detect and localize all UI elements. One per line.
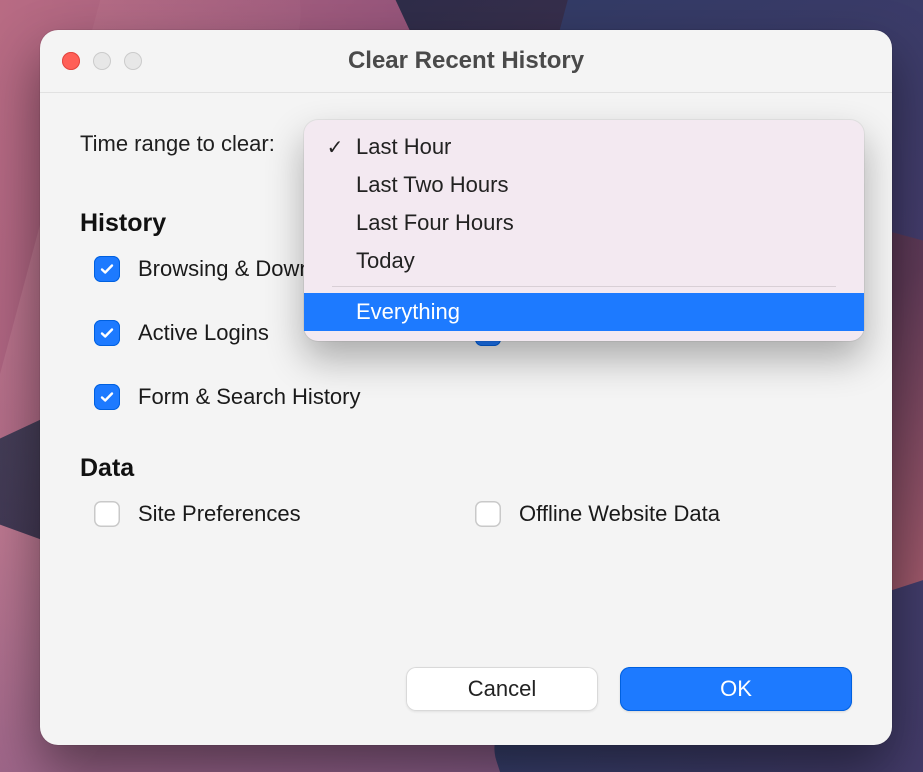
checkbox-site-preferences[interactable]	[94, 501, 120, 527]
clear-history-dialog: Clear Recent History Time range to clear…	[40, 30, 892, 745]
close-window-button[interactable]	[62, 52, 80, 70]
dialog-title: Clear Recent History	[40, 47, 892, 75]
section-heading-data: Data	[80, 454, 852, 483]
checkbox-row-offline-data: Offline Website Data	[475, 501, 846, 527]
dropdown-separator	[332, 286, 836, 287]
titlebar: Clear Recent History	[40, 30, 892, 93]
window-controls	[62, 52, 142, 70]
option-label: Last Two Hours	[356, 172, 508, 198]
cancel-button[interactable]: Cancel	[406, 667, 598, 711]
checkbox-label-form-search: Form & Search History	[138, 384, 361, 410]
checkbox-label-active-logins: Active Logins	[138, 320, 269, 346]
option-label: Last Hour	[356, 134, 451, 160]
checkbox-offline-data[interactable]	[475, 501, 501, 527]
checkbox-label-offline-data: Offline Website Data	[519, 501, 720, 527]
timerange-dropdown: ✓ Last Hour Last Two Hours Last Four Hou…	[304, 120, 864, 341]
option-label: Today	[356, 248, 415, 274]
checkmark-icon	[99, 389, 115, 405]
checkmark-icon: ✓	[326, 135, 344, 160]
checkmark-icon	[99, 325, 115, 341]
minimize-window-button[interactable]	[93, 52, 111, 70]
checkbox-active-logins[interactable]	[94, 320, 120, 346]
option-label: Last Four Hours	[356, 210, 514, 236]
checkbox-browsing-download[interactable]	[94, 256, 120, 282]
checkbox-row-form-search: Form & Search History	[94, 384, 465, 410]
checkbox-row-site-preferences: Site Preferences	[94, 501, 465, 527]
checkmark-icon	[99, 261, 115, 277]
timerange-option-everything[interactable]: Everything	[304, 293, 864, 331]
zoom-window-button[interactable]	[124, 52, 142, 70]
data-checkbox-grid: Site Preferences Offline Website Data	[80, 501, 852, 527]
timerange-option-last-two-hours[interactable]: Last Two Hours	[304, 166, 864, 204]
timerange-label: Time range to clear:	[80, 131, 275, 157]
timerange-option-last-four-hours[interactable]: Last Four Hours	[304, 204, 864, 242]
checkbox-label-site-preferences: Site Preferences	[138, 501, 301, 527]
timerange-option-today[interactable]: Today	[304, 242, 864, 280]
dialog-footer: Cancel OK	[406, 667, 852, 711]
timerange-option-last-hour[interactable]: ✓ Last Hour	[304, 128, 864, 166]
ok-button[interactable]: OK	[620, 667, 852, 711]
checkbox-form-search[interactable]	[94, 384, 120, 410]
option-label: Everything	[356, 299, 460, 325]
